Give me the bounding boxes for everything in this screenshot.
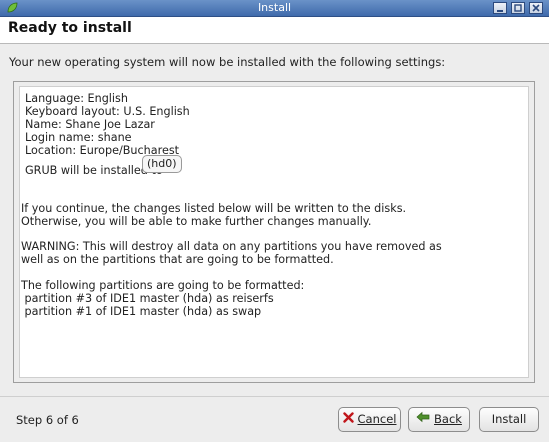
header-divider (0, 43, 549, 44)
install-button[interactable]: Install (479, 407, 539, 432)
close-button[interactable] (529, 2, 543, 14)
back-arrow-icon (416, 408, 430, 431)
setting-keyboard: Keyboard layout: U.S. English (25, 105, 190, 118)
setting-login: Login name: shane (25, 131, 132, 144)
minimize-icon (497, 10, 503, 12)
warning-line-2: well as on the partitions that are going… (21, 253, 334, 266)
step-indicator: Step 6 of 6 (16, 413, 79, 427)
setting-name: Name: Shane Joe Lazar (25, 118, 155, 131)
setting-language: Language: English (25, 92, 128, 105)
back-label: Back (434, 412, 462, 426)
partition-item: partition #1 of IDE1 master (hda) as swa… (21, 305, 262, 318)
page-title: Ready to install (8, 20, 132, 36)
summary-frame: Language: English Keyboard layout: U.S. … (13, 81, 535, 383)
warning-line-1: WARNING: This will destroy all data on a… (21, 240, 442, 253)
title-bar[interactable]: Install (0, 0, 549, 17)
minimize-button[interactable] (493, 2, 507, 14)
partition-item: partition #3 of IDE1 master (hda) as rei… (21, 292, 274, 305)
cancel-button[interactable]: Cancel (338, 407, 401, 432)
close-icon (532, 4, 540, 12)
installer-window: Install Ready to install Your new operat… (0, 0, 549, 442)
install-label: Install (491, 412, 527, 426)
continue-notice-line-1: If you continue, the changes listed belo… (21, 202, 407, 215)
continue-notice-line-2: Otherwise, you will be able to make furt… (21, 215, 372, 228)
maximize-button[interactable] (511, 2, 525, 14)
summary-text-area[interactable]: Language: English Keyboard layout: U.S. … (19, 86, 529, 378)
cancel-label: Cancel (357, 412, 397, 426)
window-title: Install (257, 1, 292, 14)
format-heading: The following partitions are going to be… (21, 279, 305, 292)
cancel-icon (342, 408, 354, 431)
maximize-icon (514, 4, 522, 12)
page-header: Ready to install (0, 17, 549, 43)
intro-text: Your new operating system will now be in… (9, 55, 446, 69)
back-button[interactable]: Back (408, 407, 470, 432)
grub-target-button[interactable]: (hd0) (142, 155, 182, 173)
footer-divider (0, 396, 549, 397)
